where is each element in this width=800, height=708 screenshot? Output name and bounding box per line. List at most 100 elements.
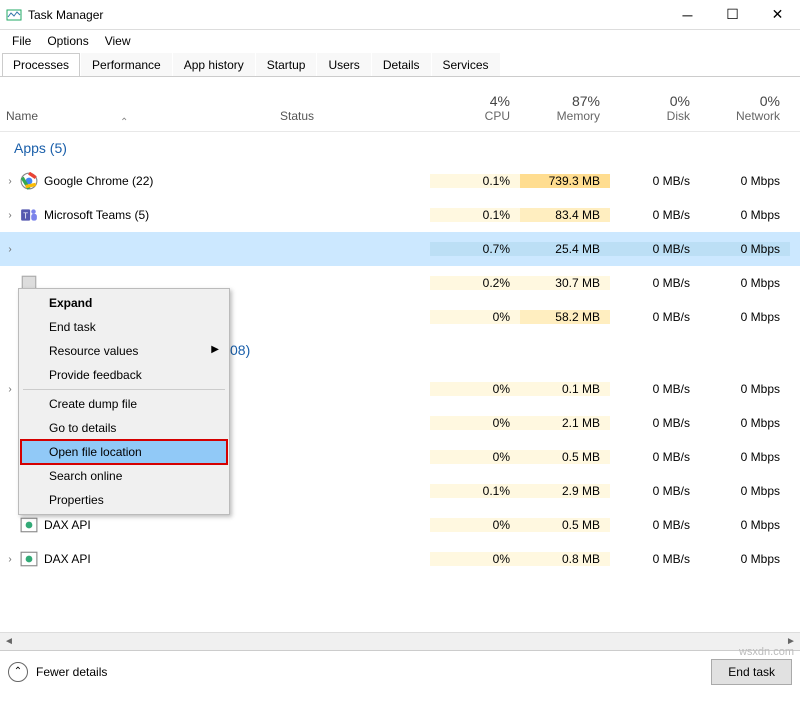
taskmanager-icon — [6, 7, 22, 23]
context-menu: ExpandEnd taskResource values▶Provide fe… — [18, 288, 230, 515]
menu-separator — [23, 389, 225, 390]
network-value: 0 Mbps — [700, 450, 790, 464]
memory-value: 83.4 MB — [520, 208, 610, 222]
network-value: 0 Mbps — [700, 382, 790, 396]
tab-startup[interactable]: Startup — [256, 53, 317, 76]
cpu-value: 0.1% — [430, 484, 520, 498]
network-value: 0 Mbps — [700, 484, 790, 498]
menu-file[interactable]: File — [4, 32, 39, 50]
menu-view[interactable]: View — [97, 32, 139, 50]
cpu-value: 0% — [430, 310, 520, 324]
column-headers: ⌃ Name Status 4%CPU 87%Memory 0%Disk 0%N… — [0, 77, 800, 132]
process-row[interactable]: ›TMicrosoft Teams (5)0.1%83.4 MB0 MB/s0 … — [0, 198, 800, 232]
tab-apphistory[interactable]: App history — [173, 53, 255, 76]
horizontal-scrollbar[interactable]: ◄ ► — [0, 632, 800, 650]
menu-item-properties[interactable]: Properties — [21, 488, 227, 512]
cpu-value: 0.1% — [430, 174, 520, 188]
cpu-value: 0% — [430, 552, 520, 566]
network-value: 0 Mbps — [700, 310, 790, 324]
process-icon: T — [20, 206, 38, 224]
tab-processes[interactable]: Processes — [2, 53, 80, 76]
close-button[interactable]: ✕ — [755, 0, 800, 29]
menu-item-resource-values[interactable]: Resource values▶ — [21, 339, 227, 363]
network-value: 0 Mbps — [700, 208, 790, 222]
menu-item-go-to-details[interactable]: Go to details — [21, 416, 227, 440]
maximize-button[interactable]: ☐ — [710, 0, 755, 29]
header-memory[interactable]: 87%Memory — [520, 93, 610, 131]
watermark: wsxdn.com — [739, 646, 794, 658]
menu-item-expand[interactable]: Expand — [21, 291, 227, 315]
footer: ⌃ Fewer details End task — [0, 650, 800, 692]
header-network[interactable]: 0%Network — [700, 93, 790, 131]
disk-value: 0 MB/s — [610, 174, 700, 188]
svg-text:T: T — [23, 211, 28, 220]
cpu-value: 0% — [430, 450, 520, 464]
memory-value: 0.1 MB — [520, 382, 610, 396]
memory-value: 58.2 MB — [520, 310, 610, 324]
group-apps[interactable]: Apps (5) — [0, 132, 800, 164]
menu-options[interactable]: Options — [39, 32, 96, 50]
memory-value: 30.7 MB — [520, 276, 610, 290]
disk-value: 0 MB/s — [610, 484, 700, 498]
menu-item-end-task[interactable]: End task — [21, 315, 227, 339]
expand-chevron-icon[interactable]: › — [0, 176, 20, 187]
menu-item-provide-feedback[interactable]: Provide feedback — [21, 363, 227, 387]
memory-value: 0.5 MB — [520, 518, 610, 532]
network-value: 0 Mbps — [700, 518, 790, 532]
cpu-value: 0.1% — [430, 208, 520, 222]
tab-performance[interactable]: Performance — [81, 53, 172, 76]
memory-value: 2.1 MB — [520, 416, 610, 430]
disk-value: 0 MB/s — [610, 310, 700, 324]
expand-chevron-icon[interactable]: › — [0, 210, 20, 221]
disk-value: 0 MB/s — [610, 276, 700, 290]
fewer-details-icon[interactable]: ⌃ — [8, 662, 28, 682]
process-icon — [20, 172, 38, 190]
tab-services[interactable]: Services — [432, 53, 500, 76]
expand-chevron-icon[interactable]: › — [0, 384, 20, 395]
tab-users[interactable]: Users — [317, 53, 370, 76]
window-title: Task Manager — [28, 8, 103, 22]
cpu-value: 0% — [430, 518, 520, 532]
titlebar: Task Manager ─ ☐ ✕ — [0, 0, 800, 30]
cpu-value: 0.2% — [430, 276, 520, 290]
process-name: Google Chrome (22) — [44, 174, 280, 188]
disk-value: 0 MB/s — [610, 518, 700, 532]
header-name[interactable]: ⌃ Name — [0, 109, 280, 131]
memory-value: 25.4 MB — [520, 242, 610, 256]
network-value: 0 Mbps — [700, 276, 790, 290]
header-status[interactable]: Status — [280, 109, 430, 131]
process-icon — [20, 550, 38, 568]
process-name: DAX API — [44, 518, 280, 532]
network-value: 0 Mbps — [700, 552, 790, 566]
network-value: 0 Mbps — [700, 174, 790, 188]
minimize-button[interactable]: ─ — [665, 0, 710, 29]
header-disk[interactable]: 0%Disk — [610, 93, 700, 131]
process-row[interactable]: › Google Chrome (22) 0.1%739.3 MB0 MB/s0 M… — [0, 164, 800, 198]
expand-chevron-icon[interactable]: › — [0, 554, 20, 565]
end-task-button[interactable]: End task — [711, 659, 792, 685]
expand-chevron-icon[interactable]: › — [0, 244, 20, 255]
cpu-value: 0% — [430, 416, 520, 430]
process-name: DAX API — [44, 552, 280, 566]
menu-item-search-online[interactable]: Search online — [21, 464, 227, 488]
disk-value: 0 MB/s — [610, 242, 700, 256]
menubar: File Options View — [0, 30, 800, 52]
process-row[interactable]: ›Task Manager0.7%25.4 MB0 MB/s0 Mbps — [0, 232, 800, 266]
scroll-left-icon[interactable]: ◄ — [0, 636, 18, 647]
menu-item-create-dump-file[interactable]: Create dump file — [21, 392, 227, 416]
process-row[interactable]: ›DAX API0%0.8 MB0 MB/s0 Mbps — [0, 542, 800, 576]
memory-value: 739.3 MB — [520, 174, 610, 188]
tab-details[interactable]: Details — [372, 53, 431, 76]
disk-value: 0 MB/s — [610, 382, 700, 396]
memory-value: 0.5 MB — [520, 450, 610, 464]
sort-indicator-icon: ⌃ — [120, 117, 128, 128]
memory-value: 0.8 MB — [520, 552, 610, 566]
header-cpu[interactable]: 4%CPU — [430, 93, 520, 131]
menu-item-open-file-location[interactable]: Open file location — [21, 440, 227, 464]
fewer-details-label[interactable]: Fewer details — [36, 665, 107, 679]
disk-value: 0 MB/s — [610, 450, 700, 464]
process-name: Microsoft Teams (5) — [44, 208, 280, 222]
memory-value: 2.9 MB — [520, 484, 610, 498]
disk-value: 0 MB/s — [610, 416, 700, 430]
submenu-arrow-icon: ▶ — [211, 344, 219, 355]
